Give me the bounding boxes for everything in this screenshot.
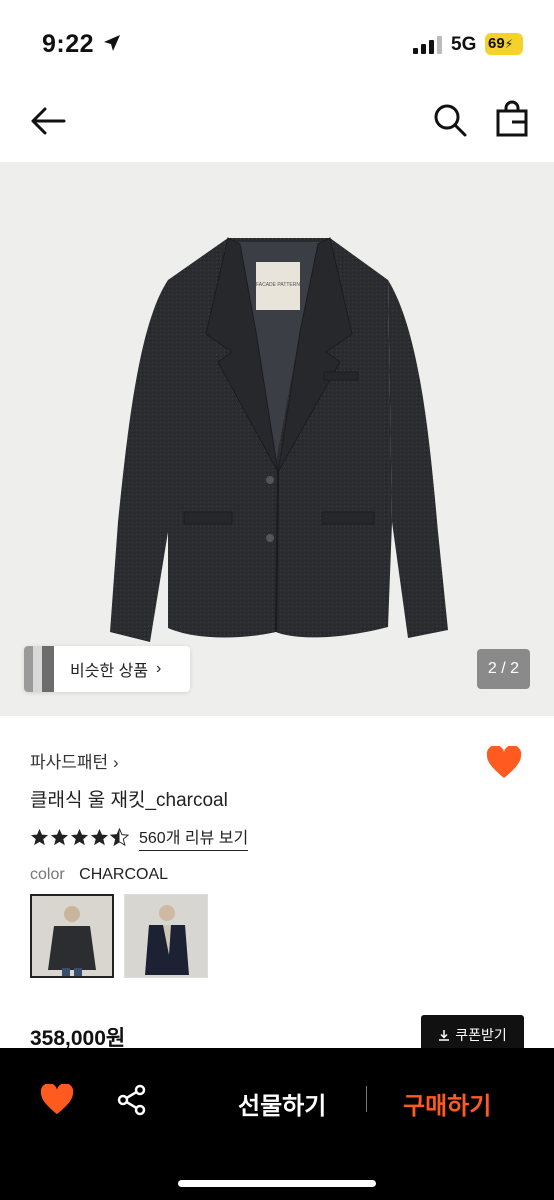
star-icon: [50, 828, 69, 846]
top-nav: [0, 88, 554, 162]
signal-icon: [413, 36, 442, 54]
network-label: 5G: [451, 34, 477, 55]
star-rating: [30, 828, 129, 847]
buy-button[interactable]: 구매하기: [403, 1086, 491, 1121]
bottom-action-bar: 선물하기 구매하기: [0, 1048, 554, 1200]
color-swatch-charcoal[interactable]: [30, 894, 114, 978]
star-icon: [70, 828, 89, 846]
half-star-icon: [110, 828, 129, 847]
brand-link[interactable]: 파사드패턴 ›: [30, 748, 119, 773]
jacket-image: FACADE PATTERN: [110, 237, 448, 642]
coupon-label: 쿠폰받기: [455, 1027, 507, 1043]
brand-name: 파사드패턴: [30, 753, 109, 772]
color-row: color CHARCOAL: [30, 866, 168, 884]
chevron-right-icon: ›: [156, 660, 162, 677]
heart-icon[interactable]: [40, 1084, 74, 1116]
jacket-tag: FACADE PATTERN: [256, 282, 300, 288]
heart-icon[interactable]: [486, 746, 522, 780]
shopping-bag-icon[interactable]: [494, 100, 530, 138]
rating-row: 560개 리뷰 보기: [30, 824, 249, 851]
gift-button[interactable]: 선물하기: [238, 1086, 326, 1121]
color-label: color: [30, 866, 65, 883]
chevron-right-icon: ›: [112, 753, 119, 772]
battery-icon: 69⚡: [485, 33, 523, 55]
search-icon[interactable]: [432, 102, 468, 138]
image-pager: 2 / 2: [477, 649, 530, 689]
product-image-carousel[interactable]: FACADE PATTERN 비슷한 상품 › 2 / 2: [0, 162, 554, 716]
share-icon[interactable]: [116, 1084, 148, 1116]
reviews-link[interactable]: 560개 리뷰 보기: [139, 824, 249, 851]
status-bar: 9:22 5G 69⚡: [0, 0, 554, 88]
color-swatch-navy[interactable]: [124, 894, 208, 978]
color-value: CHARCOAL: [79, 866, 169, 883]
download-icon: [439, 1030, 450, 1041]
similar-products-label: 비슷한 상품: [70, 663, 149, 680]
similar-products-button[interactable]: 비슷한 상품 ›: [24, 646, 190, 692]
back-arrow-icon[interactable]: [28, 104, 68, 138]
product-name: 클래식 울 재킷_charcoal: [30, 790, 228, 811]
similar-thumbnail: [24, 646, 54, 692]
battery-level: 69: [488, 35, 505, 52]
star-icon: [90, 828, 109, 846]
divider: [366, 1086, 367, 1112]
home-indicator: [178, 1180, 376, 1187]
star-icon: [30, 828, 49, 846]
location-arrow-icon: [104, 35, 120, 51]
color-swatches: [30, 894, 208, 978]
status-time: 9:22: [42, 30, 95, 58]
